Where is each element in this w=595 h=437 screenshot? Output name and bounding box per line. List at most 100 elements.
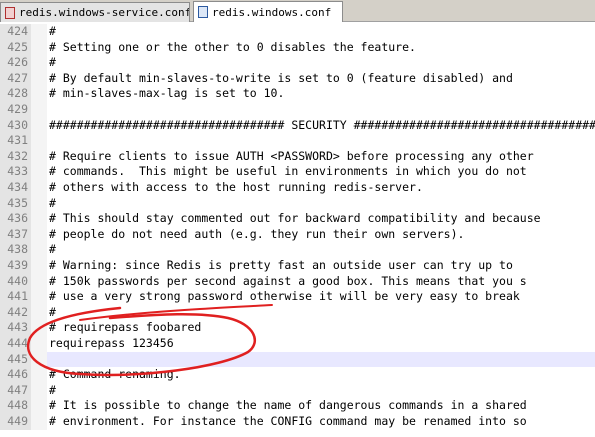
code-text: # environment. For instance the CONFIG c… [49,414,527,428]
code-text: # Warning: since Redis is pretty fast an… [49,258,513,272]
code-text: ################################## SECUR… [49,117,595,132]
fold-gutter [31,289,47,305]
line-number: 429 [0,102,31,118]
line-number: 444 [0,336,31,352]
tab-bar: redis.windows-service.conf ✕ redis.windo… [0,0,595,22]
line-number: 449 [0,414,31,430]
code-line[interactable]: 444 requirepass 123456 [0,336,595,352]
fold-gutter [31,320,47,336]
code-line[interactable]: 436 # This should stay commented out for … [0,211,595,227]
line-number: 432 [0,148,31,165]
code-line[interactable]: 428 # min-slaves-max-lag is set to 10. [0,86,595,102]
code-line[interactable]: 446 # Command renaming. [0,367,595,383]
code-line[interactable]: 438 # [0,242,595,258]
code-text: # [49,55,56,70]
code-line[interactable]: 433 # commands. This might be useful in e… [0,164,595,180]
line-number: 442 [0,304,31,321]
code-text: # [49,195,56,210]
file-icon [198,6,208,18]
fold-gutter [31,273,47,290]
line-number: 434 [0,180,31,196]
code-line[interactable]: 447 # [0,382,595,399]
code-line[interactable]: 443 # requirepass foobared [0,320,595,336]
fold-gutter [31,398,47,414]
code-text: # [49,242,56,257]
fold-gutter [31,304,47,321]
code-line[interactable]: 439 # Warning: since Redis is pretty fast… [0,258,595,274]
line-number: 437 [0,226,31,243]
code-line[interactable]: 435 # [0,195,595,212]
line-number: 438 [0,242,31,258]
line-number: 439 [0,258,31,274]
code-text: # [49,24,56,38]
code-line[interactable]: 442 # [0,304,595,321]
line-number: 425 [0,39,31,56]
fold-gutter [31,242,47,258]
code-text: # [49,382,56,397]
fold-gutter [31,164,47,180]
line-number: 433 [0,164,31,180]
code-text: # use a very strong password otherwise i… [49,289,520,304]
code-line[interactable]: 427 # By default min-slaves-to-write is s… [0,70,595,87]
fold-gutter [31,148,47,165]
line-number: 428 [0,86,31,102]
fold-gutter [31,414,47,430]
code-line[interactable]: 437 # people do not need auth (e.g. they … [0,226,595,243]
code-text: # 150k passwords per second against a go… [49,273,527,288]
line-number: 435 [0,195,31,212]
line-number: 431 [0,133,31,149]
code-text: # people do not need auth (e.g. they run… [49,226,465,241]
code-line[interactable]: 432 # Require clients to issue AUTH <PASS… [0,148,595,165]
code-editor[interactable]: 424 #425 # Setting one or the other to 0 d… [0,22,595,437]
fold-gutter [31,102,47,118]
fold-gutter [31,211,47,227]
fold-gutter [31,55,47,71]
fold-gutter [31,382,47,399]
line-number: 426 [0,55,31,71]
fold-gutter [31,39,47,56]
code-text: # min-slaves-max-lag is set to 10. [49,86,285,101]
code-text: # Command renaming. [49,367,181,382]
line-number: 447 [0,382,31,399]
tab-label: redis.windows.conf [212,5,332,19]
code-line[interactable]: 430 ################################## SE… [0,117,595,134]
line-number: 445 [0,351,31,368]
line-number: 441 [0,289,31,305]
line-number: 430 [0,117,31,134]
code-line[interactable]: 431 [0,133,595,149]
tab-redis-windows-service-conf[interactable]: redis.windows-service.conf ✕ [0,2,190,22]
code-line[interactable]: 429 [0,102,595,118]
fold-gutter [31,24,47,40]
code-line[interactable]: 434 # others with access to the host runn… [0,180,595,196]
fold-gutter [31,70,47,87]
fold-gutter [31,226,47,243]
code-text: # It is possible to change the name of d… [49,398,527,413]
line-number: 443 [0,320,31,336]
line-number: 427 [0,70,31,87]
code-line[interactable]: 441 # use a very strong password otherwis… [0,289,595,305]
code-line[interactable]: 449 # environment. For instance the CONFI… [0,414,595,430]
fold-gutter [31,195,47,212]
fold-gutter [31,180,47,196]
tab-redis-windows-conf[interactable]: redis.windows.conf [193,1,343,22]
code-text: # Require clients to issue AUTH <PASSWOR… [49,148,534,163]
code-line[interactable]: 425 # Setting one or the other to 0 disab… [0,39,595,56]
code-line[interactable]: 445 [0,351,595,368]
code-text: # This should stay commented out for bac… [49,211,541,226]
code-line[interactable]: 440 # 150k passwords per second against a… [0,273,595,290]
code-line[interactable]: 448 # It is possible to change the name o… [0,398,595,414]
fold-gutter [31,117,47,134]
fold-gutter [31,258,47,274]
line-number: 448 [0,398,31,414]
line-number: 446 [0,367,31,383]
code-text: # requirepass foobared [49,320,202,335]
fold-gutter [31,133,47,149]
code-line[interactable]: 426 # [0,55,595,71]
line-number: 436 [0,211,31,227]
code-text: # Setting one or the other to 0 disables… [49,39,416,54]
code-text: # By default min-slaves-to-write is set … [49,70,513,85]
line-number: 424 [0,24,31,40]
fold-gutter [31,367,47,383]
code-line[interactable]: 424 # [0,24,595,40]
code-text: # others with access to the host running… [49,180,423,194]
